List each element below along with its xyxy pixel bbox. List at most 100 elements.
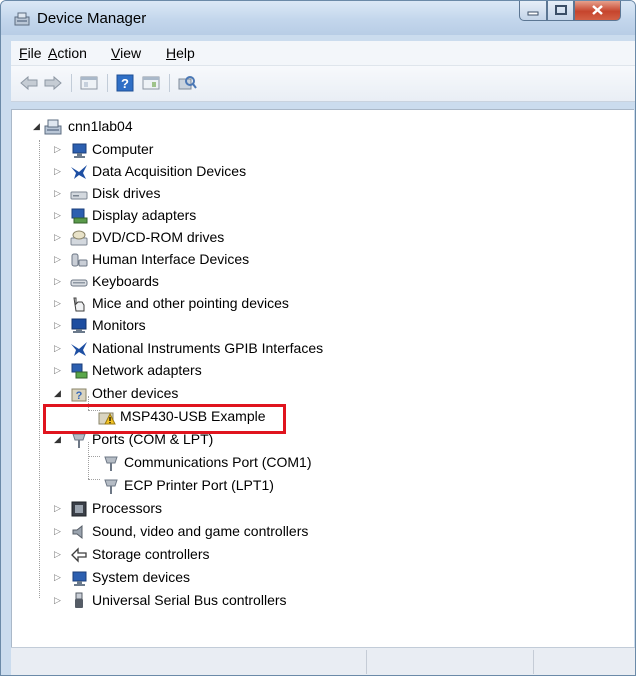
expand-arrow-icon[interactable]: ▷ <box>54 166 61 177</box>
tree-item-com1[interactable]: Communications Port (COM1) <box>12 452 432 474</box>
tree-item-label: ECP Printer Port (LPT1) <box>124 477 274 493</box>
tree-item-other-devices[interactable]: ◢ ? Other devices <box>12 383 412 405</box>
update-driver-icon[interactable] <box>141 74 161 92</box>
expand-arrow-icon[interactable]: ▷ <box>54 320 61 331</box>
expand-arrow-icon[interactable]: ▷ <box>54 595 61 606</box>
ni-eagle-icon <box>71 342 87 356</box>
tree-item-disk-drives[interactable]: ▷ Disk drives <box>12 183 412 205</box>
tree-item-label: Storage controllers <box>92 546 210 562</box>
highlight-box <box>43 404 286 434</box>
window-controls <box>519 1 631 23</box>
tree-item-label: Processors <box>92 500 163 516</box>
computer-root-icon <box>44 119 62 135</box>
back-arrow-icon[interactable] <box>19 74 39 92</box>
tree-item-label: Keyboards <box>92 273 159 289</box>
minimize-button[interactable] <box>519 1 547 21</box>
maximize-button[interactable] <box>547 1 574 21</box>
system-device-icon <box>72 571 87 586</box>
expand-arrow-icon[interactable]: ▷ <box>54 503 61 514</box>
title-bar[interactable]: Device Manager <box>1 1 635 35</box>
tree-item-display-adapters[interactable]: ▷ Display adapters <box>12 205 412 227</box>
help-icon[interactable]: ? <box>115 74 135 92</box>
tree-item-network-adapters[interactable]: ▷ Network adapters <box>12 360 412 382</box>
menu-help-mnemonic: H <box>166 45 177 61</box>
tree-item-lpt1[interactable]: ECP Printer Port (LPT1) <box>12 475 412 497</box>
tree-item-usb-controllers[interactable]: ▷ Universal Serial Bus controllers <box>12 590 432 612</box>
menu-help-label: elp <box>176 45 195 61</box>
tree-item-label: Human Interface Devices <box>92 251 250 267</box>
menu-view[interactable]: View <box>111 45 141 61</box>
tree-item-human-interface[interactable]: ▷ Human Interface Devices <box>12 249 412 271</box>
menu-view-label: iew <box>120 45 142 61</box>
tree-item-mice[interactable]: ▷ Mice and other pointing devices <box>12 293 412 315</box>
expand-arrow-icon[interactable]: ▷ <box>54 365 61 376</box>
computer-icon <box>72 143 87 158</box>
unknown-device-icon: ? <box>71 388 87 402</box>
tree-item-label: Display adapters <box>92 207 197 223</box>
keyboard-icon <box>70 279 88 287</box>
monitor-icon <box>71 318 87 333</box>
maximize-icon <box>555 5 567 15</box>
status-bar <box>11 647 635 675</box>
expand-arrow-icon[interactable]: ▷ <box>54 526 61 537</box>
menu-action-mnemonic: A <box>48 45 58 61</box>
properties-icon[interactable] <box>79 74 99 92</box>
expand-arrow-icon[interactable]: ▷ <box>54 276 61 287</box>
tree-item-data-acquisition[interactable]: ▷ Data Acquisition Devices <box>12 161 412 183</box>
tree-item-label: National Instruments GPIB Interfaces <box>92 340 324 356</box>
tree-item-system-devices[interactable]: ▷ System devices <box>12 567 412 589</box>
collapse-arrow-icon[interactable]: ◢ <box>33 121 40 132</box>
expand-arrow-icon[interactable]: ▷ <box>54 254 61 265</box>
collapse-arrow-icon[interactable]: ◢ <box>54 434 61 445</box>
menu-file-mnemonic: F <box>19 45 28 61</box>
expand-arrow-icon[interactable]: ▷ <box>54 188 61 199</box>
expand-arrow-icon[interactable]: ▷ <box>54 343 61 354</box>
tree-item-label: Mice and other pointing devices <box>92 295 289 311</box>
usb-icon <box>75 592 83 608</box>
menu-file[interactable]: File <box>19 45 42 61</box>
tree-item-label: Sound, video and game controllers <box>92 523 309 539</box>
toolbar: ? <box>11 66 635 102</box>
speaker-icon <box>72 524 83 540</box>
forward-arrow-icon[interactable] <box>43 74 63 92</box>
tree-item-label: Network adapters <box>92 362 202 378</box>
tree-item-processors[interactable]: ▷ Processors <box>12 498 412 520</box>
tree-root[interactable]: ◢ cnn1lab04 <box>12 116 312 138</box>
tree-item-dvd-drives[interactable]: ▷ DVD/CD-ROM drives <box>12 227 412 249</box>
status-divider <box>533 650 534 674</box>
tree-item-label: Other devices <box>92 385 179 401</box>
menu-action[interactable]: Action <box>48 45 87 61</box>
tree-item-label: Computer <box>92 141 154 157</box>
expand-arrow-icon[interactable]: ▷ <box>54 144 61 155</box>
toolbar-separator <box>169 74 170 92</box>
tree-item-label: Universal Serial Bus controllers <box>92 592 287 608</box>
expand-arrow-icon[interactable]: ▷ <box>54 572 61 583</box>
display-adapter-icon <box>71 208 88 224</box>
expand-arrow-icon[interactable]: ▷ <box>54 232 61 243</box>
tree-root-label: cnn1lab04 <box>68 118 133 134</box>
ni-eagle-icon <box>71 165 87 179</box>
tree-item-label: Data Acquisition Devices <box>92 163 247 179</box>
expand-arrow-icon[interactable]: ▷ <box>54 210 61 221</box>
menu-help[interactable]: Help <box>166 45 195 61</box>
expand-arrow-icon[interactable]: ▷ <box>54 298 61 309</box>
status-divider <box>366 650 367 674</box>
tree-item-computer[interactable]: ▷ Computer <box>12 139 412 161</box>
tree-item-storage-controllers[interactable]: ▷ Storage controllers <box>12 544 412 566</box>
tree-item-sound-video[interactable]: ▷ Sound, video and game controllers <box>12 521 432 543</box>
hid-icon <box>71 253 88 267</box>
tree-item-gpib-interfaces[interactable]: ▷ National Instruments GPIB Interfaces <box>12 338 432 360</box>
tree-item-label: Monitors <box>92 317 146 333</box>
disk-drive-icon <box>70 191 88 200</box>
tree-item-keyboards[interactable]: ▷ Keyboards <box>12 271 412 293</box>
tree-item-label: Communications Port (COM1) <box>124 454 312 470</box>
tree-item-monitors[interactable]: ▷ Monitors <box>12 315 412 337</box>
expand-arrow-icon[interactable]: ▷ <box>54 549 61 560</box>
close-button[interactable] <box>574 1 621 21</box>
menu-bar: File Action View Help <box>11 41 635 66</box>
scan-hardware-icon[interactable] <box>177 74 197 92</box>
collapse-arrow-icon[interactable]: ◢ <box>54 388 61 399</box>
network-adapter-icon <box>71 363 88 379</box>
menu-file-label: ile <box>27 45 42 61</box>
mouse-icon <box>73 297 85 312</box>
